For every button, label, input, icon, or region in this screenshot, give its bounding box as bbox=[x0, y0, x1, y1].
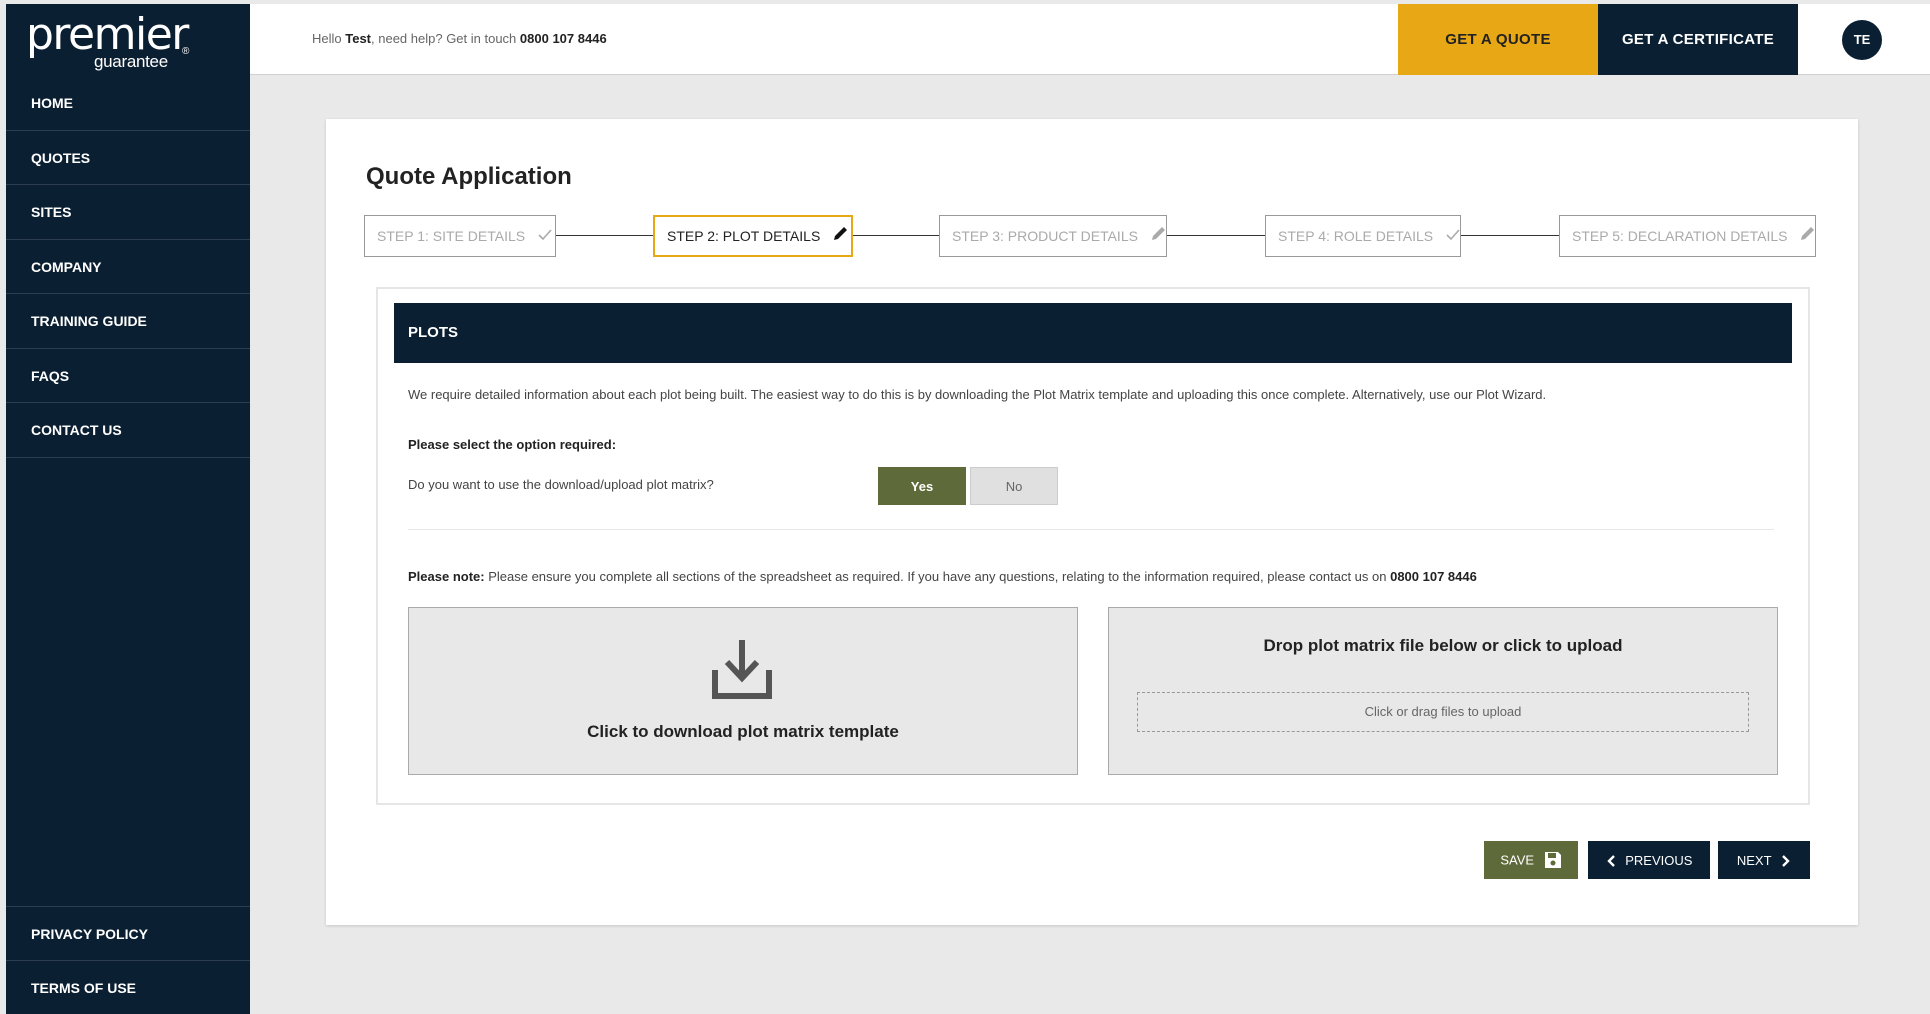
download-template-text: Click to download plot matrix template bbox=[587, 722, 899, 741]
save-button[interactable]: SAVE bbox=[1484, 841, 1578, 879]
previous-button[interactable]: PREVIOUS bbox=[1588, 841, 1710, 879]
step-connector bbox=[1167, 235, 1265, 236]
check-icon bbox=[1445, 217, 1461, 257]
logo-sub: guarantee bbox=[94, 52, 168, 71]
header-phone: 0800 107 8446 bbox=[519, 31, 607, 46]
quote-application-card: Quote Application STEP 1: SITE DETAILS S… bbox=[326, 119, 1858, 925]
download-template-box[interactable]: Click to download plot matrix template bbox=[408, 607, 1078, 775]
logo[interactable]: premier guarantee ® bbox=[6, 4, 250, 76]
pencil-icon bbox=[832, 218, 850, 256]
step-connector bbox=[1461, 235, 1559, 236]
avatar[interactable]: TE bbox=[1842, 20, 1882, 60]
file-dropzone[interactable]: Click or drag files to upload bbox=[1137, 692, 1749, 732]
stepper: STEP 1: SITE DETAILS STEP 2: PLOT DETAIL… bbox=[364, 215, 1818, 257]
upload-title: Drop plot matrix file below or click to … bbox=[1263, 636, 1623, 655]
select-option-label: Please select the option required: bbox=[408, 437, 617, 452]
note-label: Please note: bbox=[408, 569, 485, 584]
greeting-prefix: Hello bbox=[312, 31, 342, 46]
sidebar-item-company[interactable]: COMPANY bbox=[6, 240, 250, 294]
check-icon bbox=[537, 217, 553, 257]
step-connector bbox=[853, 235, 939, 236]
logo-main: premier bbox=[26, 9, 189, 60]
step-label: STEP 3: PRODUCT DETAILS bbox=[952, 228, 1138, 244]
step-connector bbox=[555, 235, 653, 236]
note-phone: 0800 107 8446 bbox=[1390, 569, 1477, 584]
step-label: STEP 5: DECLARATION DETAILS bbox=[1572, 228, 1788, 244]
sidebar-item-sites[interactable]: SITES bbox=[6, 185, 250, 240]
pencil-icon bbox=[1799, 217, 1817, 257]
sidebar-item-quotes[interactable]: QUOTES bbox=[6, 131, 250, 185]
step-site-details[interactable]: STEP 1: SITE DETAILS bbox=[364, 215, 556, 257]
logo-registered-mark: ® bbox=[182, 46, 190, 57]
greeting-mid: , need help? Get in touch bbox=[371, 31, 517, 46]
plots-panel: PLOTS We require detailed information ab… bbox=[376, 287, 1810, 805]
get-a-quote-button[interactable]: GET A QUOTE bbox=[1398, 4, 1598, 75]
step-label: STEP 2: PLOT DETAILS bbox=[667, 228, 821, 244]
step-plot-details[interactable]: STEP 2: PLOT DETAILS bbox=[653, 215, 853, 257]
plot-matrix-question: Do you want to use the download/upload p… bbox=[408, 477, 714, 492]
sidebar-item-home[interactable]: HOME bbox=[6, 76, 250, 131]
step-role-details[interactable]: STEP 4: ROLE DETAILS bbox=[1265, 215, 1461, 257]
sidebar-item-faqs[interactable]: FAQS bbox=[6, 349, 250, 403]
step-declaration-details[interactable]: STEP 5: DECLARATION DETAILS bbox=[1559, 215, 1816, 257]
chevron-right-icon bbox=[1782, 854, 1790, 867]
sidebar-item-privacy-policy[interactable]: PRIVACY POLICY bbox=[6, 906, 250, 960]
sidebar-item-terms-of-use[interactable]: TERMS OF USE bbox=[6, 960, 250, 1014]
sidebar-item-contact-us[interactable]: CONTACT US bbox=[6, 403, 250, 458]
sidebar-item-training-guide[interactable]: TRAINING GUIDE bbox=[6, 294, 250, 349]
page-title: Quote Application bbox=[366, 163, 572, 190]
chevron-left-icon bbox=[1606, 854, 1615, 867]
divider bbox=[408, 529, 1774, 530]
next-button[interactable]: NEXT bbox=[1718, 841, 1810, 879]
user-name: Test bbox=[345, 31, 372, 46]
download-icon bbox=[709, 636, 775, 707]
upload-box[interactable]: Drop plot matrix file below or click to … bbox=[1108, 607, 1778, 775]
plots-heading: PLOTS bbox=[394, 303, 1792, 363]
greeting: Hello Test, need help? Get in touch 0800… bbox=[312, 31, 607, 46]
next-label: NEXT bbox=[1736, 853, 1772, 869]
step-label: STEP 1: SITE DETAILS bbox=[377, 228, 526, 244]
save-label: SAVE bbox=[1500, 852, 1535, 868]
sidebar-bottom: PRIVACY POLICY TERMS OF USE bbox=[6, 906, 250, 1014]
pencil-icon bbox=[1150, 217, 1168, 257]
plots-intro: We require detailed information about ea… bbox=[408, 387, 1547, 402]
step-product-details[interactable]: STEP 3: PRODUCT DETAILS bbox=[939, 215, 1167, 257]
sidebar: premier guarantee ® HOME QUOTES SITES CO… bbox=[6, 4, 250, 1014]
note-text: Please ensure you complete all sections … bbox=[484, 569, 1391, 584]
get-a-certificate-button[interactable]: GET A CERTIFICATE bbox=[1598, 4, 1798, 75]
step-label: STEP 4: ROLE DETAILS bbox=[1278, 228, 1434, 244]
previous-label: PREVIOUS bbox=[1625, 853, 1693, 869]
please-note: Please note: Please ensure you complete … bbox=[408, 569, 1477, 584]
no-button[interactable]: No bbox=[970, 467, 1058, 505]
yes-button[interactable]: Yes bbox=[878, 467, 966, 505]
floppy-disk-icon bbox=[1544, 852, 1561, 868]
top-header: Hello Test, need help? Get in touch 0800… bbox=[250, 4, 1930, 75]
